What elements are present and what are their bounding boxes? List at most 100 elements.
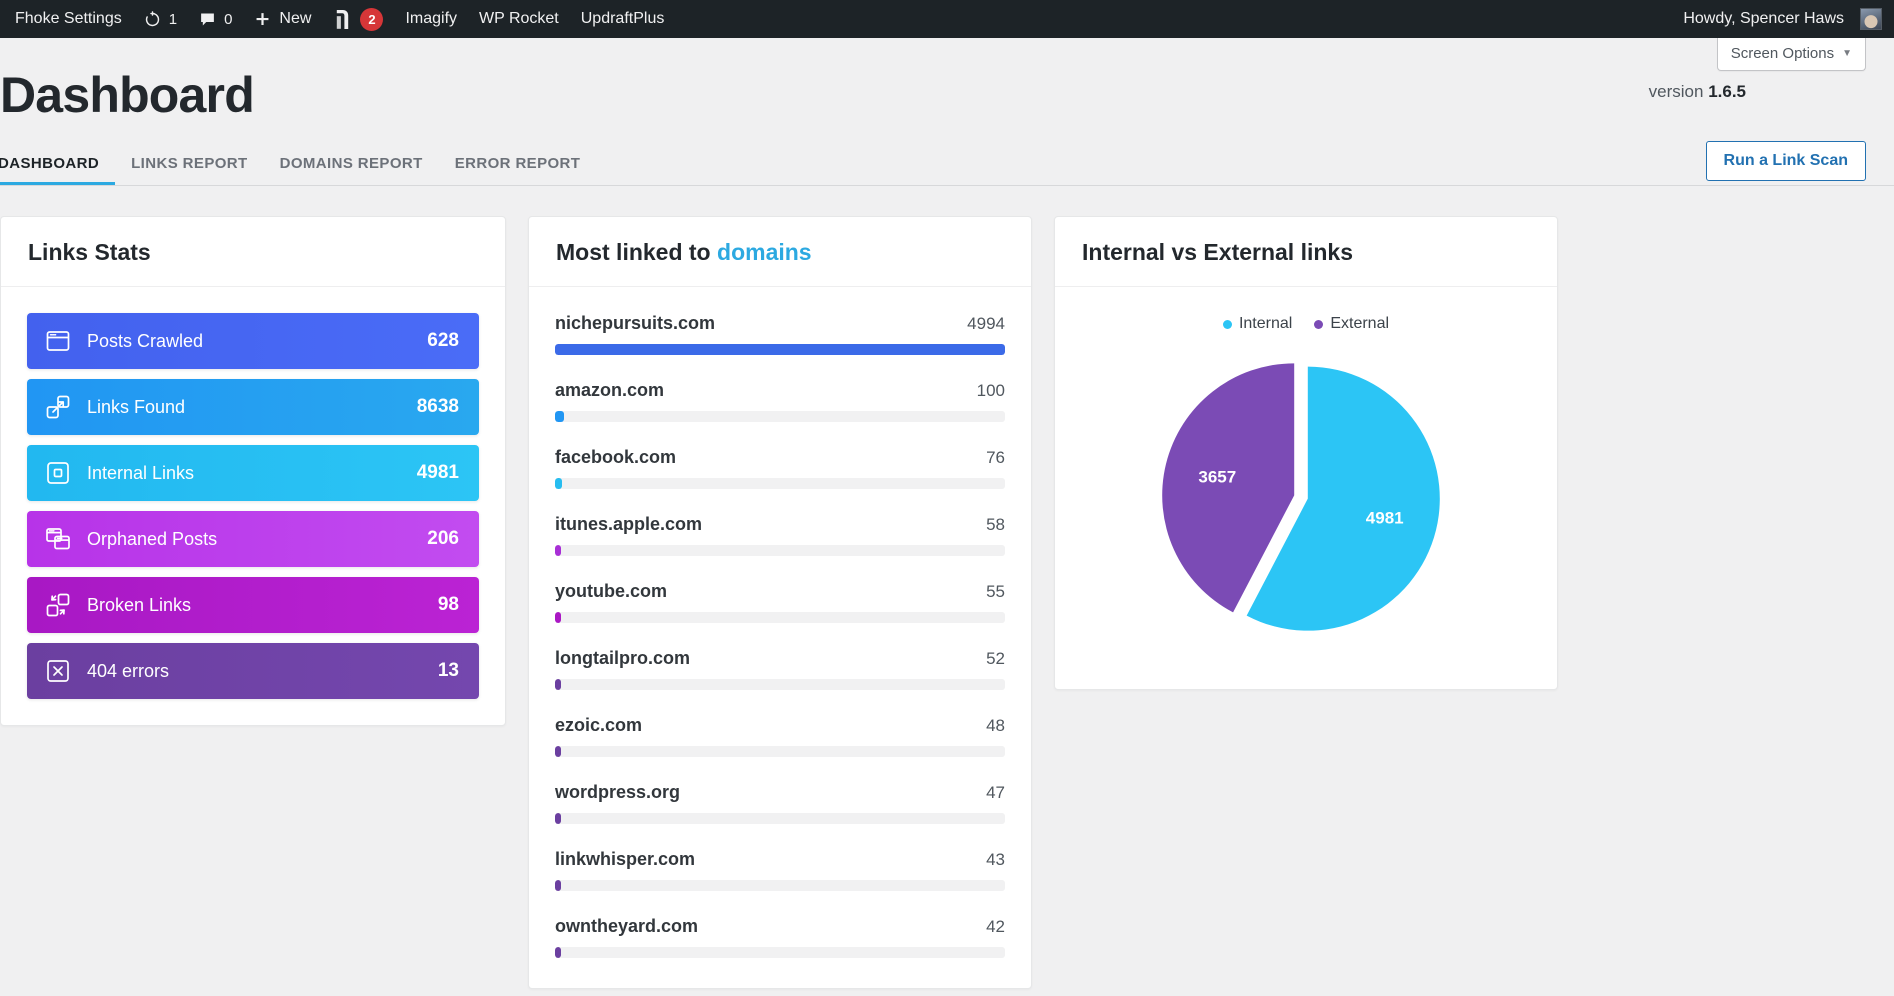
domain-name[interactable]: longtailpro.com [555, 648, 690, 669]
domain-name[interactable]: ezoic.com [555, 715, 642, 736]
domain-row-header: linkwhisper.com43 [555, 849, 1005, 870]
tab-bar: DASHBOARDLINKS REPORTDOMAINS REPORTERROR… [0, 140, 1894, 186]
domain-progress-track [555, 545, 1005, 556]
tab-error-report[interactable]: ERROR REPORT [439, 155, 597, 185]
tab-links-report[interactable]: LINKS REPORT [115, 155, 263, 185]
links-stats-panel: Links Stats Posts Crawled628Links Found8… [0, 216, 506, 726]
domain-progress-fill [555, 679, 561, 690]
domain-name[interactable]: amazon.com [555, 380, 664, 401]
admin-bar-imagify-label: Imagify [405, 10, 457, 28]
admin-bar-new-content[interactable]: New [243, 0, 322, 38]
domain-row: amazon.com 100 [555, 380, 1005, 422]
version-number: 1.6.5 [1708, 82, 1746, 101]
domain-row-header: facebook.com76 [555, 447, 1005, 468]
admin-bar-yoast-seo[interactable]: 2 [322, 0, 394, 38]
stat-bar[interactable]: Orphaned Posts 206 [27, 511, 479, 567]
admin-bar-comments[interactable]: 0 [188, 0, 243, 38]
stat-bar[interactable]: Broken Links 98 [27, 577, 479, 633]
stat-bar-value: 13 [438, 660, 459, 682]
pie-chart-body: Internal External 49813657 [1055, 287, 1557, 689]
most-linked-domains-panel: Most linked to domains nichepursuits.com… [528, 216, 1032, 989]
admin-bar-updates-count: 1 [169, 11, 177, 28]
pie-legend-item[interactable]: External [1314, 315, 1389, 333]
domain-row-header: longtailpro.com52 [555, 648, 1005, 669]
admin-bar-fhoke-settings-label: Fhoke Settings [15, 10, 122, 28]
domain-progress-track [555, 344, 1005, 355]
links-stats-body: Posts Crawled628 Links Found8638 Internal … [1, 287, 505, 725]
domain-name[interactable]: wordpress.org [555, 782, 680, 803]
stat-bar[interactable]: Links Found8638 [27, 379, 479, 435]
domain-name[interactable]: nichepursuits.com [555, 313, 715, 334]
most-linked-title-highlight[interactable]: domains [717, 239, 812, 265]
stat-bar-label: Orphaned Posts [87, 529, 217, 550]
stat-bar-value: 4981 [417, 462, 459, 484]
internal-vs-external-panel: Internal vs External links Internal Exter… [1054, 216, 1558, 690]
domain-row: wordpress.org47 [555, 782, 1005, 824]
admin-bar-my-account[interactable]: Howdy, Spencer Haws [1672, 0, 1886, 38]
stat-bar-value: 206 [427, 528, 459, 550]
domain-name[interactable]: itunes.apple.com [555, 514, 702, 535]
domain-progress-fill [555, 411, 564, 422]
domain-name[interactable]: owntheyard.com [555, 916, 698, 937]
domain-row-header: wordpress.org47 [555, 782, 1005, 803]
stat-bar-value: 628 [427, 330, 459, 352]
admin-bar-imagify[interactable]: Imagify [394, 0, 468, 38]
domain-link-count: 42 [986, 917, 1005, 937]
admin-bar-updraftplus[interactable]: UpdraftPlus [570, 0, 676, 38]
howdy-label: Howdy, Spencer Haws [1683, 10, 1844, 28]
admin-bar-right-group: Howdy, Spencer Haws [1672, 0, 1894, 38]
x-square-icon [43, 656, 73, 686]
pie-legend-item[interactable]: Internal [1223, 315, 1292, 333]
square-inside-icon [43, 458, 73, 488]
domain-progress-track [555, 478, 1005, 489]
domain-link-count: 58 [986, 515, 1005, 535]
domain-row: ezoic.com48 [555, 715, 1005, 757]
version-label: version 1.6.5 [1649, 82, 1746, 102]
legend-label: External [1330, 315, 1389, 333]
screen-options-toggle[interactable]: Screen Options ▼ [1717, 38, 1866, 71]
run-link-scan-button[interactable]: Run a Link Scan [1706, 141, 1866, 181]
domain-row-header: nichepursuits.com4994 [555, 313, 1005, 334]
domain-progress-fill [555, 545, 561, 556]
domain-row: longtailpro.com52 [555, 648, 1005, 690]
link-arrow-icon [43, 392, 73, 422]
pie-slice-label: 3657 [1198, 467, 1236, 486]
domain-row: owntheyard.com 42 [555, 916, 1005, 958]
admin-bar-updraftplus-label: UpdraftPlus [581, 10, 665, 28]
domain-progress-track [555, 880, 1005, 891]
yoast-icon [333, 9, 352, 30]
page-wrap: Screen Options ▼ Dashboard version 1.6.5… [0, 38, 1894, 989]
domain-row-header: owntheyard.com 42 [555, 916, 1005, 937]
domain-progress-fill [555, 612, 561, 623]
stat-bar[interactable]: 404 errors13 [27, 643, 479, 699]
pie-chart-title: Internal vs External links [1055, 217, 1557, 287]
domain-name[interactable]: facebook.com [555, 447, 676, 468]
browser-window-icon [43, 326, 73, 356]
page-title: Dashboard [0, 70, 1866, 120]
admin-bar-wp-rocket[interactable]: WP Rocket [468, 0, 570, 38]
admin-bar-updates[interactable]: 1 [133, 0, 188, 38]
domain-progress-fill [555, 880, 561, 891]
pie-legend: Internal External [1081, 315, 1531, 333]
screen-options-wrap: Screen Options ▼ [1717, 38, 1866, 71]
stat-bar-label: Internal Links [87, 463, 194, 484]
admin-bar-fhoke-settings[interactable]: Fhoke Settings [4, 0, 133, 38]
stat-bar[interactable]: Internal Links 4981 [27, 445, 479, 501]
legend-label: Internal [1239, 315, 1292, 333]
domain-name[interactable]: youtube.com [555, 581, 667, 602]
pie-chart-svg: 49813657 [1141, 347, 1471, 647]
version-word: version [1649, 82, 1704, 101]
admin-bar-left-group: Fhoke Settings 1 0 New [0, 0, 675, 38]
stat-bar-label: Broken Links [87, 595, 191, 616]
chevron-down-icon: ▼ [1842, 48, 1852, 59]
tab-dashboard[interactable]: DASHBOARD [0, 155, 115, 185]
domain-name[interactable]: linkwhisper.com [555, 849, 695, 870]
most-linked-body: nichepursuits.com4994 amazon.com 100 facebo… [529, 287, 1031, 988]
stat-bar-value: 98 [438, 594, 459, 616]
domain-progress-track [555, 411, 1005, 422]
comment-icon [199, 11, 216, 28]
domain-row-header: ezoic.com48 [555, 715, 1005, 736]
stat-bar[interactable]: Posts Crawled628 [27, 313, 479, 369]
tab-domains-report[interactable]: DOMAINS REPORT [264, 155, 439, 185]
domain-link-count: 100 [977, 381, 1005, 401]
